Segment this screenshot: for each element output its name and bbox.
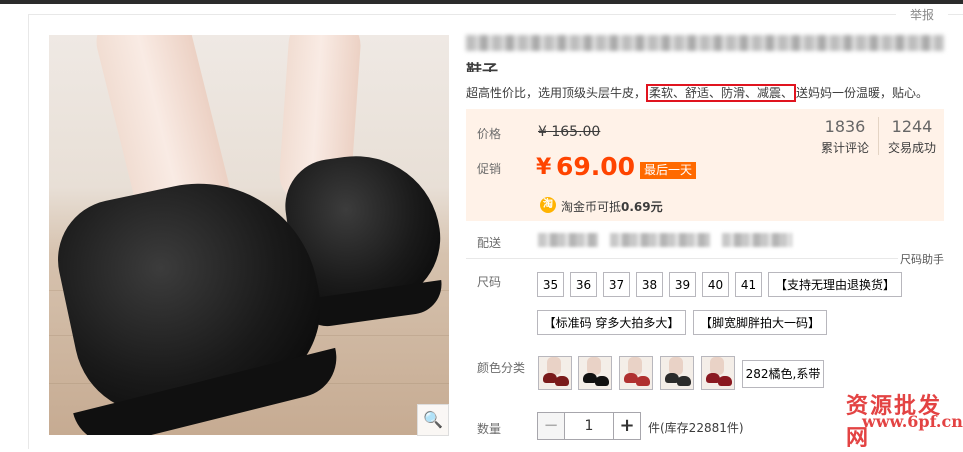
zoom-icon[interactable]: 🔍: [417, 404, 449, 436]
product-subtitle: 超高性价比，选用顶级头层牛皮， 柔软、舒适、防滑、减震、 送妈妈一份温暖，贴心。: [466, 84, 929, 102]
top-bar: [0, 0, 963, 4]
quantity-plus-button[interactable]: +: [613, 412, 641, 440]
taojinbi-icon: 淘: [540, 197, 556, 213]
coin-discount: 淘金币可抵0.69元: [561, 198, 663, 215]
sales-count: 1244: [891, 117, 933, 136]
size-label: 尺码: [477, 275, 502, 289]
swatch-shoe: [555, 376, 569, 386]
stock-info: 件(库存22881件): [648, 421, 744, 435]
shipping-to-blurred[interactable]: [610, 233, 710, 247]
color-swatch-2[interactable]: [578, 356, 612, 390]
size-option[interactable]: 35: [537, 272, 564, 297]
size-note-option[interactable]: 【脚宽脚胖拍大一码】: [693, 310, 827, 335]
price-label: 价格: [477, 127, 502, 141]
color-swatch-5[interactable]: [701, 356, 735, 390]
quantity-minus-button[interactable]: −: [537, 412, 565, 440]
quantity-input[interactable]: 1: [564, 412, 614, 440]
color-swatch-4[interactable]: [660, 356, 694, 390]
quantity-label: 数量: [477, 422, 502, 436]
shipping-fee-blurred: [722, 233, 792, 247]
coin-text: 淘金币可抵: [561, 200, 622, 214]
color-swatch-3[interactable]: [619, 356, 653, 390]
sale-price: 69.00: [556, 152, 636, 181]
product-title-blurred: [466, 35, 944, 51]
sales-label: 交易成功: [887, 141, 936, 155]
divider: [466, 258, 898, 259]
size-option[interactable]: 40: [702, 272, 729, 297]
color-label: 颜色分类: [477, 361, 526, 375]
size-helper-link[interactable]: 尺码助手: [900, 251, 944, 267]
subtitle-text: 超高性价比，选用顶级头层牛皮，: [466, 86, 647, 100]
size-option[interactable]: 39: [669, 272, 696, 297]
report-link[interactable]: 举报: [896, 4, 948, 26]
subtitle-text-end: 送妈妈一份温暖，贴心。: [796, 86, 929, 100]
size-option[interactable]: 38: [636, 272, 663, 297]
size-option[interactable]: 41: [735, 272, 762, 297]
shipping-from-blurred: [538, 233, 598, 247]
swatch-shoe: [718, 376, 732, 386]
size-note-option[interactable]: 【支持无理由退换货】: [768, 272, 902, 297]
product-title-tail: 鞋子: [466, 61, 499, 72]
promo-label: 促销: [477, 162, 502, 176]
sale-currency: ¥: [536, 155, 552, 180]
color-swatch-1[interactable]: [538, 356, 572, 390]
subtitle-highlight: 柔软、舒适、防滑、减震、: [646, 84, 797, 102]
swatch-shoe: [636, 376, 650, 386]
original-price: ¥ 165.00: [538, 124, 601, 140]
size-note-option[interactable]: 【标准码 穿多大拍多大】: [537, 310, 686, 335]
size-option[interactable]: 37: [603, 272, 630, 297]
product-main-image[interactable]: [49, 35, 449, 435]
shipping-label: 配送: [477, 236, 502, 250]
swatch-shoe: [677, 376, 691, 386]
size-option[interactable]: 36: [570, 272, 597, 297]
watermark-url: www.6pf.cn: [862, 412, 963, 431]
promo-tag: 最后一天: [640, 162, 697, 179]
swatch-shoe: [595, 376, 609, 386]
coin-value: 0.69元: [621, 200, 663, 214]
color-option-text[interactable]: 282橘色,系带: [742, 360, 824, 388]
